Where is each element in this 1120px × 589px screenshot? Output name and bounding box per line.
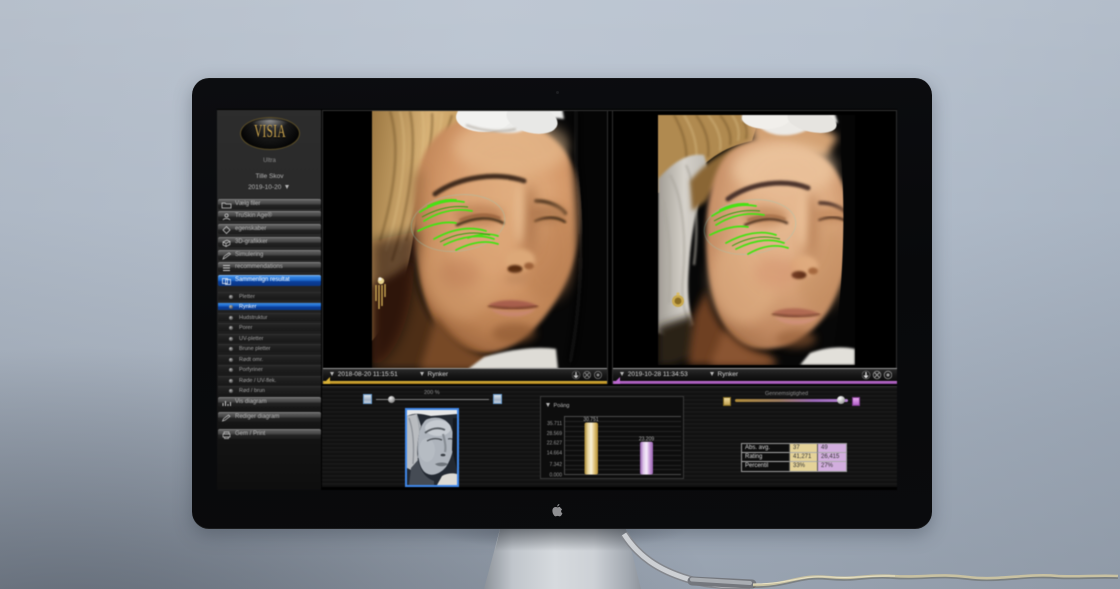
svg-text:23.209: 23.209 xyxy=(639,437,655,443)
svg-text:14.664: 14.664 xyxy=(547,451,563,457)
svg-text:30.751: 30.751 xyxy=(583,417,599,423)
svg-text:28.569: 28.569 xyxy=(547,431,563,437)
svg-text:22.627: 22.627 xyxy=(547,441,563,447)
svg-text:0.000: 0.000 xyxy=(549,473,562,479)
svg-text:35.711: 35.711 xyxy=(547,421,562,427)
svg-text:7.342: 7.342 xyxy=(549,462,562,468)
